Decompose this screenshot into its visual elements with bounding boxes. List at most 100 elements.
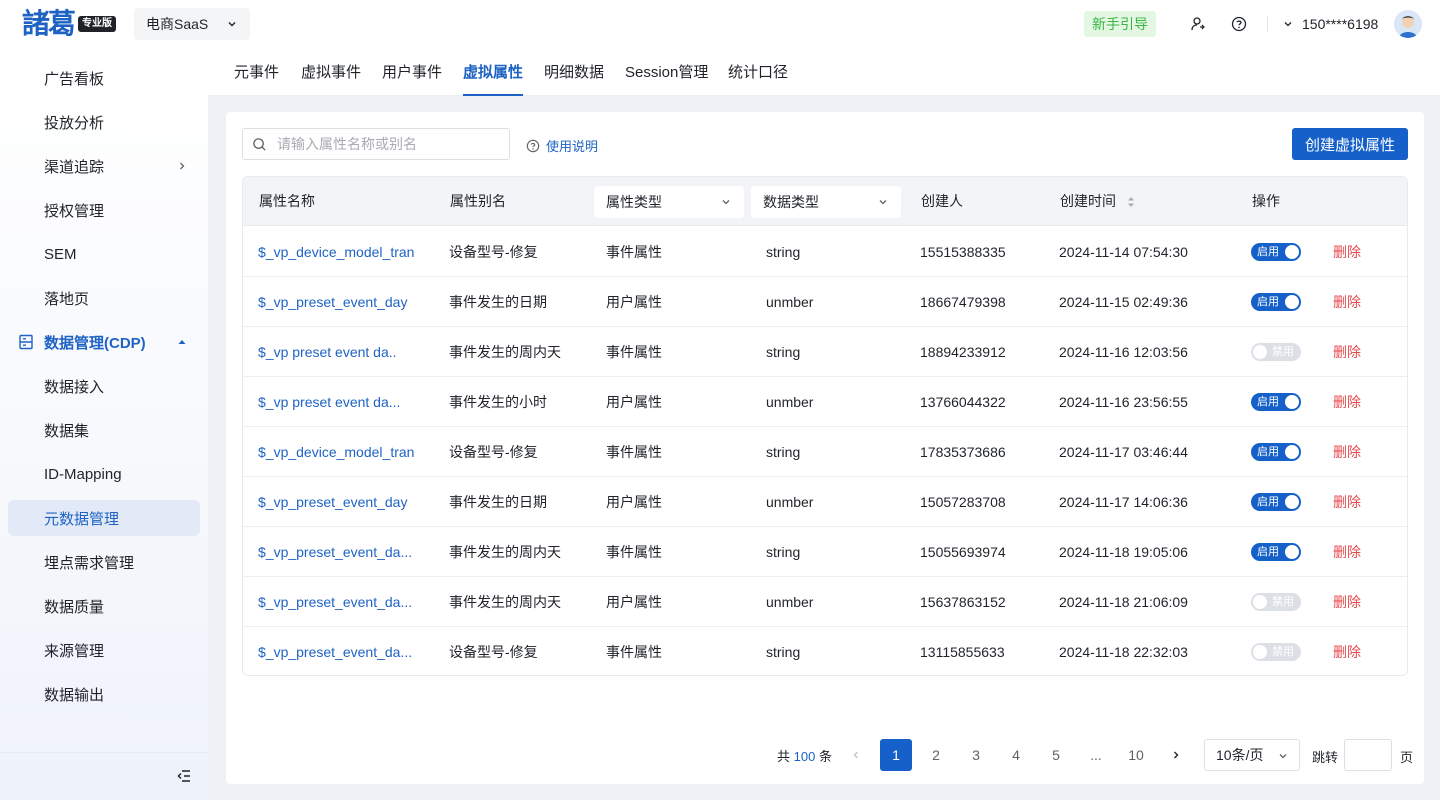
delete-link[interactable]: 删除 [1333, 377, 1361, 427]
property-alias: 设备型号-修复 [449, 244, 538, 260]
property-name-link[interactable]: $_vp_preset_event_day [258, 477, 433, 527]
data-type-filter[interactable]: 数据类型 [751, 186, 901, 218]
user-switch-icon[interactable] [1188, 14, 1208, 34]
sidebar-item-authorization[interactable]: 授权管理 [8, 192, 200, 228]
next-page-button[interactable] [1160, 739, 1192, 771]
help-circle-icon[interactable] [1229, 14, 1249, 34]
avatar[interactable] [1394, 10, 1422, 38]
chevron-right-icon [180, 162, 185, 170]
toggle-knob [1285, 545, 1299, 559]
page-number-button[interactable]: 4 [1000, 739, 1032, 771]
page-ellipsis[interactable]: ... [1080, 739, 1112, 771]
prev-page-button[interactable] [840, 739, 872, 771]
page-size-select[interactable]: 10条/页 [1204, 739, 1300, 771]
delete-link[interactable]: 删除 [1333, 227, 1361, 277]
property-name-link[interactable]: $_vp preset event da.. [258, 327, 433, 377]
status-toggle[interactable]: 启用 [1251, 393, 1301, 411]
sidebar-item-dataset[interactable]: 数据集 [8, 412, 200, 448]
tab-user-events[interactable]: 用户事件 [382, 48, 442, 96]
property-name-link[interactable]: $_vp_device_model_tran [258, 427, 433, 477]
delete-link[interactable]: 删除 [1333, 627, 1361, 675]
creator: 15057283708 [920, 494, 1006, 510]
status-toggle[interactable]: 禁用 [1251, 643, 1301, 661]
sidebar: 广告看板 投放分析 渠道追踪 授权管理 SEM 落地页 数据管理(CDP) 数据… [0, 48, 208, 800]
data-type: string [766, 444, 801, 460]
property-alias: 事件发生的周内天 [449, 344, 561, 360]
page-number-button[interactable]: 5 [1040, 739, 1072, 771]
delete-link[interactable]: 删除 [1333, 577, 1361, 627]
property-name-link[interactable]: $_vp_preset_event_da... [258, 627, 433, 675]
status-toggle[interactable]: 禁用 [1251, 593, 1301, 611]
property-type: 用户属性 [606, 494, 662, 510]
jump-page-input[interactable] [1344, 739, 1392, 771]
guide-button[interactable]: 新手引导 [1084, 11, 1156, 37]
property-name-link[interactable]: $_vp_preset_event_da... [258, 527, 433, 577]
property-name-link[interactable]: $_vp_preset_event_day [258, 277, 433, 327]
sidebar-item-channel-tracking[interactable]: 渠道追踪 [8, 148, 200, 184]
logo[interactable]: 諸葛 专业版 [22, 8, 117, 40]
sidebar-item-id-mapping[interactable]: ID-Mapping [8, 456, 200, 492]
status-toggle-label: 启用 [1257, 496, 1279, 508]
property-alias: 设备型号-修复 [449, 444, 538, 460]
property-alias: 事件发生的小时 [449, 394, 547, 410]
delete-link[interactable]: 删除 [1333, 427, 1361, 477]
sidebar-item-source-management[interactable]: 来源管理 [8, 632, 200, 668]
table-header: 属性名称 属性别名 属性类型 数据类型 创建人 创建时间 操作 [243, 177, 1407, 226]
column-header-alias: 属性别名 [450, 193, 506, 209]
property-name-link[interactable]: $_vp preset event da... [258, 377, 433, 427]
sidebar-item-sem[interactable]: SEM [8, 236, 200, 272]
status-toggle[interactable]: 启用 [1251, 493, 1301, 511]
sidebar-item-data-output[interactable]: 数据输出 [8, 676, 200, 712]
created-at: 2024-11-15 02:49:36 [1059, 294, 1188, 310]
page-number-button[interactable]: 10 [1120, 739, 1152, 771]
status-toggle[interactable]: 启用 [1251, 543, 1301, 561]
status-toggle[interactable]: 启用 [1251, 243, 1301, 261]
sidebar-item-data-ingestion[interactable]: 数据接入 [8, 368, 200, 404]
toggle-knob [1285, 445, 1299, 459]
property-type: 事件属性 [606, 344, 662, 360]
page-number-button[interactable]: 1 [880, 739, 912, 771]
sidebar-item-tracking-requirements[interactable]: 埋点需求管理 [8, 544, 200, 580]
product-select[interactable]: 电商SaaS [134, 8, 250, 40]
property-type-filter[interactable]: 属性类型 [594, 186, 744, 218]
property-name-link[interactable]: $_vp_preset_event_da... [258, 577, 433, 627]
delete-link[interactable]: 删除 [1333, 327, 1361, 377]
user-menu[interactable]: 150****6198 [1282, 10, 1378, 38]
property-name-link[interactable]: $_vp_device_model_tran [258, 227, 433, 277]
delete-link[interactable]: 删除 [1333, 277, 1361, 327]
search-input[interactable] [277, 136, 497, 152]
table-row: $_vp_preset_event_day 事件发生的日期 用户属性 unmber 18… [243, 277, 1407, 327]
collapse-sidebar-icon[interactable] [176, 768, 192, 784]
page-number-button[interactable]: 3 [960, 739, 992, 771]
product-select-value: 电商SaaS [146, 16, 209, 32]
status-toggle[interactable]: 启用 [1251, 293, 1301, 311]
tab-statistics-caliber[interactable]: 统计口径 [728, 48, 788, 96]
page-number-button[interactable]: 2 [920, 739, 952, 771]
delete-link[interactable]: 删除 [1333, 477, 1361, 527]
property-type: 事件属性 [606, 444, 662, 460]
sidebar-item-data-quality[interactable]: 数据质量 [8, 588, 200, 624]
toggle-knob [1253, 345, 1267, 359]
sidebar-item-metadata[interactable]: 元数据管理 [8, 500, 200, 536]
tab-virtual-properties[interactable]: 虚拟属性 [463, 48, 524, 96]
sidebar-item-ad-board[interactable]: 广告看板 [8, 60, 200, 96]
main-panel: 使用说明 创建虚拟属性 属性名称 属性别名 属性类型 数据类型 创建人 创建时间… [226, 112, 1424, 784]
tab-detail-data[interactable]: 明细数据 [544, 48, 604, 96]
sidebar-item-landing-page[interactable]: 落地页 [8, 280, 200, 316]
status-toggle[interactable]: 启用 [1251, 443, 1301, 461]
sort-icon[interactable] [1126, 195, 1136, 209]
sidebar-group-cdp[interactable]: 数据管理(CDP) [8, 324, 200, 360]
caret-up-icon [178, 340, 186, 344]
toggle-knob [1285, 295, 1299, 309]
sidebar-item-delivery-analysis[interactable]: 投放分析 [8, 104, 200, 140]
search-box[interactable] [242, 128, 510, 160]
sidebar-divider [0, 752, 208, 753]
create-virtual-property-button[interactable]: 创建虚拟属性 [1292, 128, 1408, 160]
tab-meta-events[interactable]: 元事件 [234, 48, 279, 96]
property-alias: 事件发生的日期 [449, 494, 547, 510]
tab-virtual-events[interactable]: 虚拟事件 [301, 48, 361, 96]
status-toggle[interactable]: 禁用 [1251, 343, 1301, 361]
usage-help-link[interactable]: 使用说明 [526, 136, 598, 155]
tab-session-management[interactable]: Session管理 [625, 48, 708, 96]
delete-link[interactable]: 删除 [1333, 527, 1361, 577]
